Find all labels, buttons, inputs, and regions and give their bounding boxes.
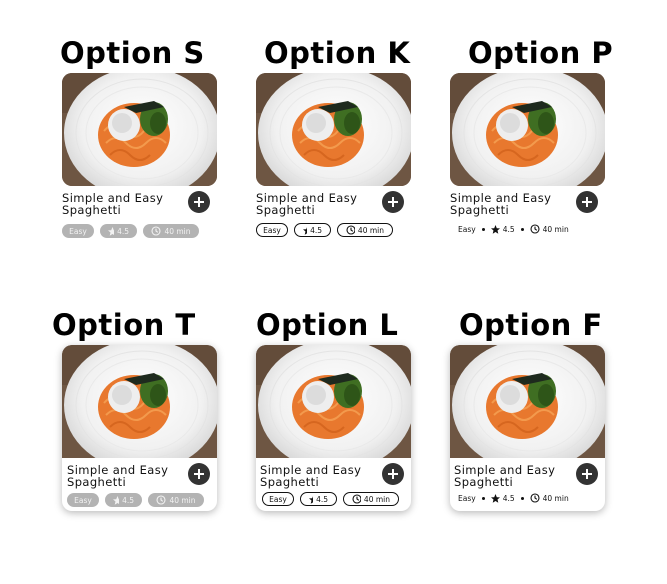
option-p-title: Option P — [468, 36, 614, 70]
recipe-photo — [62, 73, 217, 186]
recipe-tags: Easy 4.5 40 min — [62, 224, 199, 238]
clock-icon — [530, 224, 540, 234]
difficulty-text: Easy — [458, 224, 476, 234]
option-t-title: Option T — [52, 308, 196, 342]
recipe-card-option-p[interactable]: Simple and Easy Spaghetti Easy 4.5 40 min — [450, 73, 605, 248]
difficulty-chip: Easy — [262, 492, 294, 506]
time-chip: 40 min — [143, 224, 199, 238]
recipe-card-option-t[interactable]: Simple and Easy Spaghetti Easy 4.5 40 min — [62, 345, 217, 511]
recipe-card-option-k[interactable]: Simple and Easy Spaghetti Easy 4.5 40 min — [256, 73, 411, 248]
recipe-title: Simple and Easy Spaghetti — [256, 191, 358, 217]
rating-text: 4.5 — [490, 224, 515, 234]
star-icon — [309, 495, 314, 504]
difficulty-chip: Easy — [256, 223, 288, 237]
star-icon — [490, 493, 500, 503]
rating-chip: 4.5 — [105, 493, 142, 507]
difficulty-chip: Easy — [67, 493, 99, 507]
add-button[interactable] — [188, 463, 210, 485]
separator-dot — [520, 227, 524, 231]
recipe-tags: Easy 4.5 40 min — [67, 493, 204, 507]
recipe-photo — [62, 345, 217, 458]
plus-circle-icon — [582, 469, 592, 479]
add-button[interactable] — [576, 463, 598, 485]
clock-icon — [530, 493, 540, 503]
recipe-tags: Easy 4.5 40 min — [256, 223, 393, 237]
clock-icon — [151, 226, 162, 236]
recipe-title: Simple and Easy Spaghetti — [260, 463, 362, 489]
star-icon — [490, 224, 500, 234]
recipe-tags: Easy 4.5 40 min — [458, 224, 569, 234]
rating-text: 4.5 — [490, 493, 515, 503]
plus-circle-icon — [194, 197, 204, 207]
rating-chip: 4.5 — [300, 492, 337, 506]
recipe-photo — [256, 73, 411, 186]
recipe-photo — [256, 345, 411, 458]
time-chip: 40 min — [337, 223, 393, 237]
time-text: 40 min — [530, 224, 569, 234]
option-k-title: Option K — [264, 36, 411, 70]
plus-circle-icon — [388, 469, 398, 479]
time-text: 40 min — [530, 493, 569, 503]
plus-circle-icon — [194, 469, 204, 479]
difficulty-text: Easy — [458, 493, 476, 503]
recipe-title: Simple and Easy Spaghetti — [67, 463, 169, 489]
plus-circle-icon — [582, 197, 592, 207]
plus-circle-icon — [388, 197, 398, 207]
star-icon — [113, 495, 120, 505]
recipe-photo — [450, 73, 605, 186]
add-button[interactable] — [382, 463, 404, 485]
star-icon — [108, 226, 115, 236]
rating-chip: 4.5 — [294, 223, 331, 237]
recipe-title: Simple and Easy Spaghetti — [450, 191, 552, 217]
clock-icon — [352, 494, 361, 504]
separator-dot — [481, 496, 485, 500]
rating-chip: 4.5 — [100, 224, 137, 238]
clock-icon — [156, 495, 167, 505]
recipe-title: Simple and Easy Spaghetti — [62, 191, 164, 217]
option-f-title: Option F — [459, 308, 603, 342]
recipe-card-option-l[interactable]: Simple and Easy Spaghetti Easy 4.5 40 min — [256, 345, 411, 511]
time-chip: 40 min — [343, 492, 399, 506]
add-button[interactable] — [576, 191, 598, 213]
separator-dot — [520, 496, 524, 500]
add-button[interactable] — [382, 191, 404, 213]
recipe-tags: Easy 4.5 40 min — [458, 493, 569, 503]
recipe-photo — [450, 345, 605, 458]
time-chip: 40 min — [148, 493, 204, 507]
option-l-title: Option L — [256, 308, 399, 342]
recipe-card-option-s[interactable]: Simple and Easy Spaghetti Easy 4.5 40 min — [62, 73, 217, 248]
recipe-tags: Easy 4.5 40 min — [262, 492, 399, 506]
clock-icon — [346, 225, 355, 235]
option-s-title: Option S — [60, 36, 205, 70]
add-button[interactable] — [188, 191, 210, 213]
recipe-card-option-f[interactable]: Simple and Easy Spaghetti Easy 4.5 40 min — [450, 345, 605, 511]
difficulty-chip: Easy — [62, 224, 94, 238]
star-icon — [303, 226, 308, 235]
separator-dot — [481, 227, 485, 231]
recipe-title: Simple and Easy Spaghetti — [454, 463, 556, 489]
